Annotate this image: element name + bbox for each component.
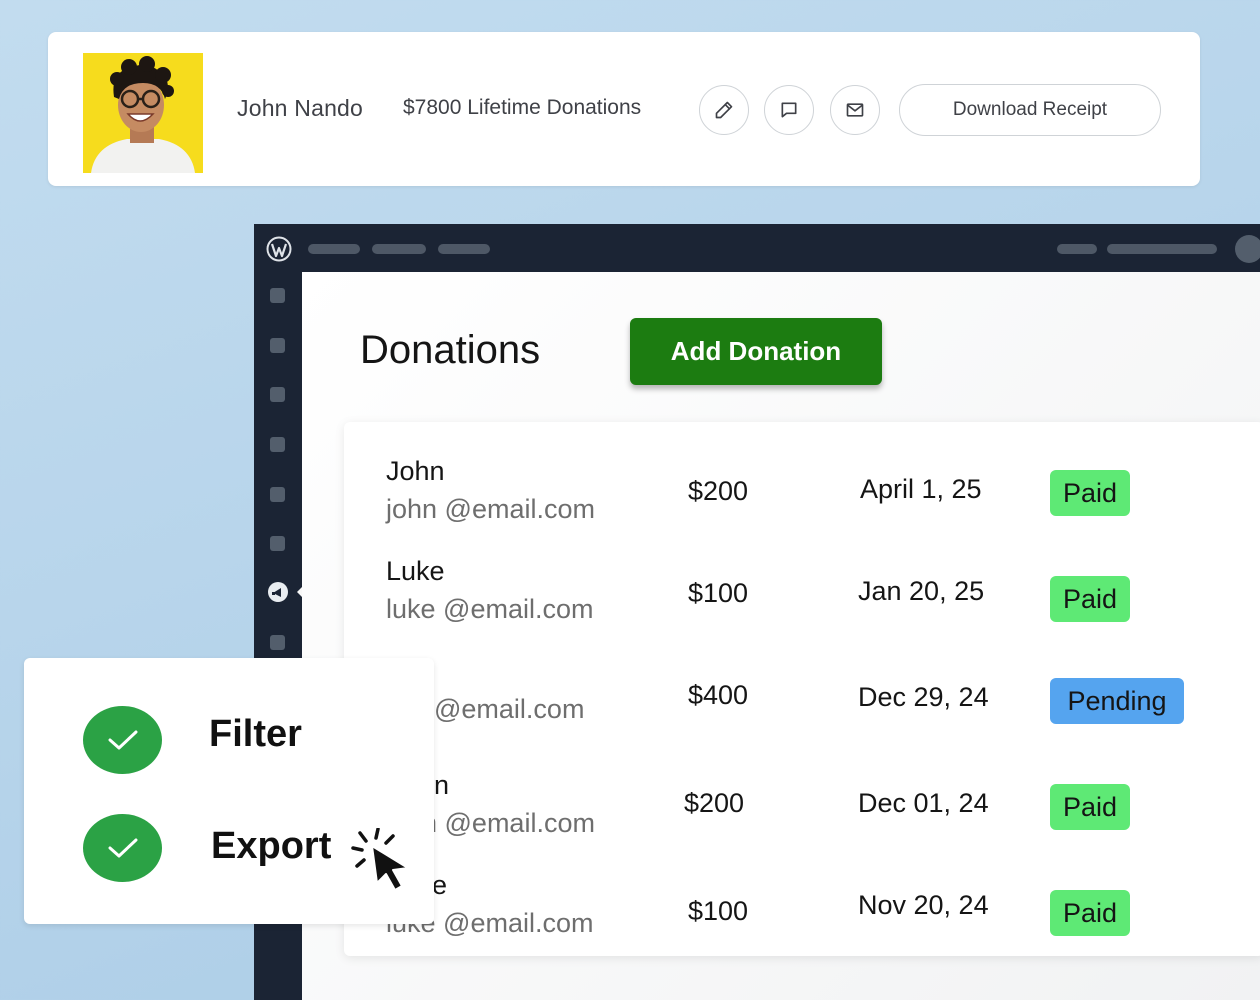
- status-badge: Paid: [1050, 784, 1130, 830]
- status-badge: Pending: [1050, 678, 1184, 724]
- checkmark-icon: [108, 838, 137, 858]
- checkmark-icon: [108, 730, 137, 750]
- donor-name-cell: John: [386, 456, 445, 486]
- donor-name-cell: n: [434, 770, 450, 800]
- date-cell: Dec 29, 24: [858, 682, 989, 712]
- email-button[interactable]: [830, 85, 880, 135]
- chat-icon: [781, 102, 797, 118]
- donor-email-cell: n @email.com: [422, 808, 595, 838]
- donor-name-cell: Luke: [386, 556, 445, 586]
- mail-icon: [846, 103, 864, 117]
- pencil-icon: [715, 101, 733, 119]
- topbar-menu-item[interactable]: [1057, 244, 1097, 254]
- filter-feature[interactable]: Filter: [209, 713, 302, 756]
- donor-card: John Nando $7800 Lifetime Donations Down…: [48, 32, 1200, 186]
- topbar-menu-item[interactable]: [438, 244, 490, 254]
- sidebar-item[interactable]: [270, 338, 285, 353]
- megaphone-icon: [272, 588, 281, 597]
- add-donation-button[interactable]: Add Donation: [630, 318, 882, 385]
- comment-button[interactable]: [764, 85, 814, 135]
- sidebar-item[interactable]: [270, 437, 285, 452]
- topbar-menu-item[interactable]: [308, 244, 360, 254]
- cursor-click-icon: [351, 828, 409, 891]
- topbar-menu-item[interactable]: [1107, 244, 1217, 254]
- status-badge: Paid: [1050, 470, 1130, 516]
- donor-email-cell: luke @email.com: [386, 594, 594, 624]
- sidebar-item[interactable]: [270, 487, 285, 502]
- date-cell: April 1, 25: [860, 474, 982, 504]
- wordpress-logo-icon[interactable]: [266, 236, 292, 262]
- amount-cell: $200: [684, 788, 745, 818]
- donor-name: John Nando: [237, 95, 364, 121]
- lifetime-donations: $7800 Lifetime Donations: [403, 96, 642, 119]
- user-avatar-icon[interactable]: [1235, 235, 1260, 263]
- donor-email-cell: john @email.com: [386, 494, 595, 524]
- filter-check: [83, 706, 162, 774]
- date-cell: Jan 20, 25: [858, 576, 985, 606]
- sidebar-item[interactable]: [270, 387, 285, 402]
- main-content: Donations Add Donation John john @email.…: [302, 272, 1260, 1000]
- date-cell: Nov 20, 24: [858, 890, 989, 920]
- amount-cell: $200: [688, 476, 749, 506]
- sidebar-item[interactable]: [270, 288, 285, 303]
- avatar: [83, 53, 203, 173]
- edit-button[interactable]: [699, 85, 749, 135]
- sidebar-item-donations[interactable]: [268, 582, 288, 602]
- status-badge: Paid: [1050, 576, 1130, 622]
- status-badge: Paid: [1050, 890, 1130, 936]
- amount-cell: $100: [688, 578, 749, 608]
- date-cell: Dec 01, 24: [858, 788, 989, 818]
- donor-name-cell: e: [432, 870, 448, 900]
- sidebar-item[interactable]: [270, 536, 285, 551]
- export-feature[interactable]: Export: [211, 825, 331, 868]
- amount-cell: $100: [688, 896, 749, 926]
- download-receipt-button[interactable]: Download Receipt: [899, 84, 1161, 136]
- topbar-menu-item[interactable]: [372, 244, 426, 254]
- page-title: Donations: [360, 328, 541, 372]
- amount-cell: $400: [688, 680, 749, 710]
- export-check: [83, 814, 162, 882]
- sidebar-item[interactable]: [270, 635, 285, 650]
- donations-table: John john @email.com $200 April 1, 25 Pa…: [344, 422, 1260, 956]
